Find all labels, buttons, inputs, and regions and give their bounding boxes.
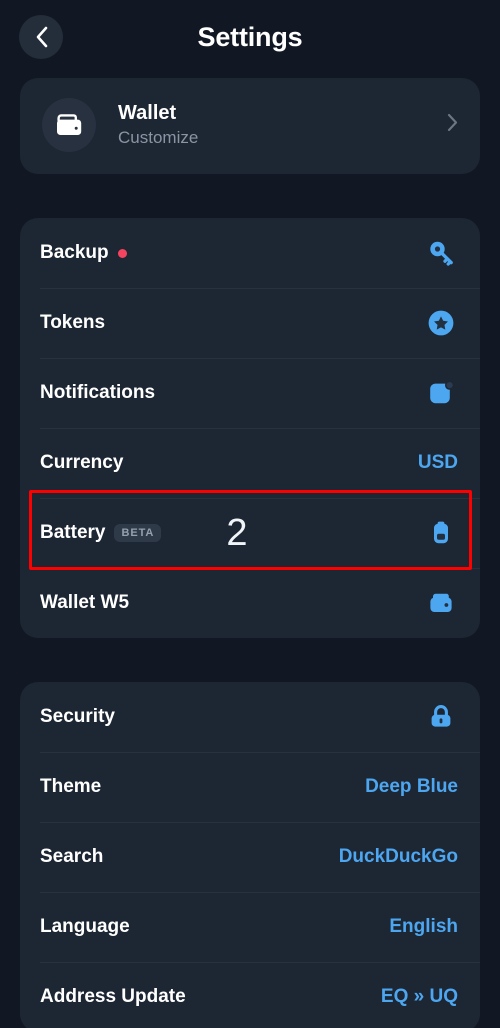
row-notifications-label: Notifications [40, 382, 156, 403]
chevron-right-icon[interactable] [447, 113, 458, 137]
key-icon [424, 239, 458, 267]
settings-screen: Settings Wallet Customize Backup Tokens … [0, 0, 500, 1028]
row-tokens[interactable]: Tokens [20, 288, 480, 358]
row-address-update-left: Address Update [40, 986, 186, 1008]
header: Settings [0, 0, 500, 75]
row-tokens-left: Tokens [40, 312, 105, 334]
lock-icon [424, 703, 458, 731]
row-battery-left: Battery BETA [40, 522, 162, 544]
row-currency-left: Currency [40, 452, 123, 474]
row-search-left: Search [40, 846, 103, 868]
row-language-label: Language [40, 916, 130, 937]
row-backup[interactable]: Backup [20, 218, 480, 288]
row-address-update-value: EQ » UQ [380, 986, 458, 1007]
row-search-label: Search [40, 846, 104, 867]
row-security-label: Security [40, 706, 115, 727]
wallet-subtitle: Customize [118, 127, 199, 147]
row-currency-value: USD [417, 452, 458, 473]
row-theme[interactable]: Theme Deep Blue [20, 752, 480, 822]
row-theme-value: Deep Blue [365, 776, 458, 797]
row-language-value: English [389, 916, 458, 937]
beta-badge: BETA [114, 524, 162, 542]
row-search-value: DuckDuckGo [338, 846, 458, 867]
row-language-left: Language [40, 916, 130, 938]
row-currency[interactable]: Currency USD [20, 428, 480, 498]
backup-alert-dot-icon [117, 248, 127, 258]
row-security[interactable]: Security [20, 682, 480, 752]
row-address-update-label: Address Update [40, 986, 186, 1007]
row-currency-label: Currency [40, 452, 124, 473]
settings-group-main: Backup Tokens Notifications Currency USD… [20, 218, 480, 638]
row-notifications-left: Notifications [40, 382, 155, 404]
row-theme-label: Theme [40, 776, 102, 797]
wallet-text-group: Wallet Customize [118, 101, 447, 149]
row-language[interactable]: Language English [20, 892, 480, 962]
row-battery[interactable]: Battery BETA 2 [20, 498, 480, 568]
row-backup-label: Backup [40, 242, 109, 263]
row-notifications[interactable]: Notifications [20, 358, 480, 428]
wallet-title: Wallet [118, 101, 177, 124]
settings-group-secondary: Security Theme Deep Blue Search DuckDuck… [20, 682, 480, 1028]
row-address-update[interactable]: Address Update EQ » UQ [20, 962, 480, 1028]
wallet-card[interactable]: Wallet Customize [20, 78, 480, 174]
star-circle-icon [424, 309, 458, 337]
battery-icon [424, 519, 458, 547]
wallet-row[interactable]: Wallet Customize [20, 78, 480, 174]
wallet-icon [42, 98, 96, 152]
notification-square-icon [424, 379, 458, 407]
chevron-left-icon [35, 26, 48, 48]
row-theme-left: Theme [40, 776, 101, 798]
row-security-left: Security [40, 706, 115, 728]
row-backup-left: Backup [40, 242, 127, 264]
page-title: Settings [197, 22, 303, 52]
row-wallet-w5[interactable]: Wallet W5 [20, 568, 480, 638]
row-search[interactable]: Search DuckDuckGo [20, 822, 480, 892]
row-wallet-w5-label: Wallet W5 [40, 592, 130, 613]
row-tokens-label: Tokens [40, 312, 106, 333]
back-button[interactable] [19, 15, 63, 59]
row-battery-label: Battery [40, 522, 106, 543]
wallet-small-icon [424, 589, 458, 617]
row-wallet-w5-left: Wallet W5 [40, 592, 129, 614]
